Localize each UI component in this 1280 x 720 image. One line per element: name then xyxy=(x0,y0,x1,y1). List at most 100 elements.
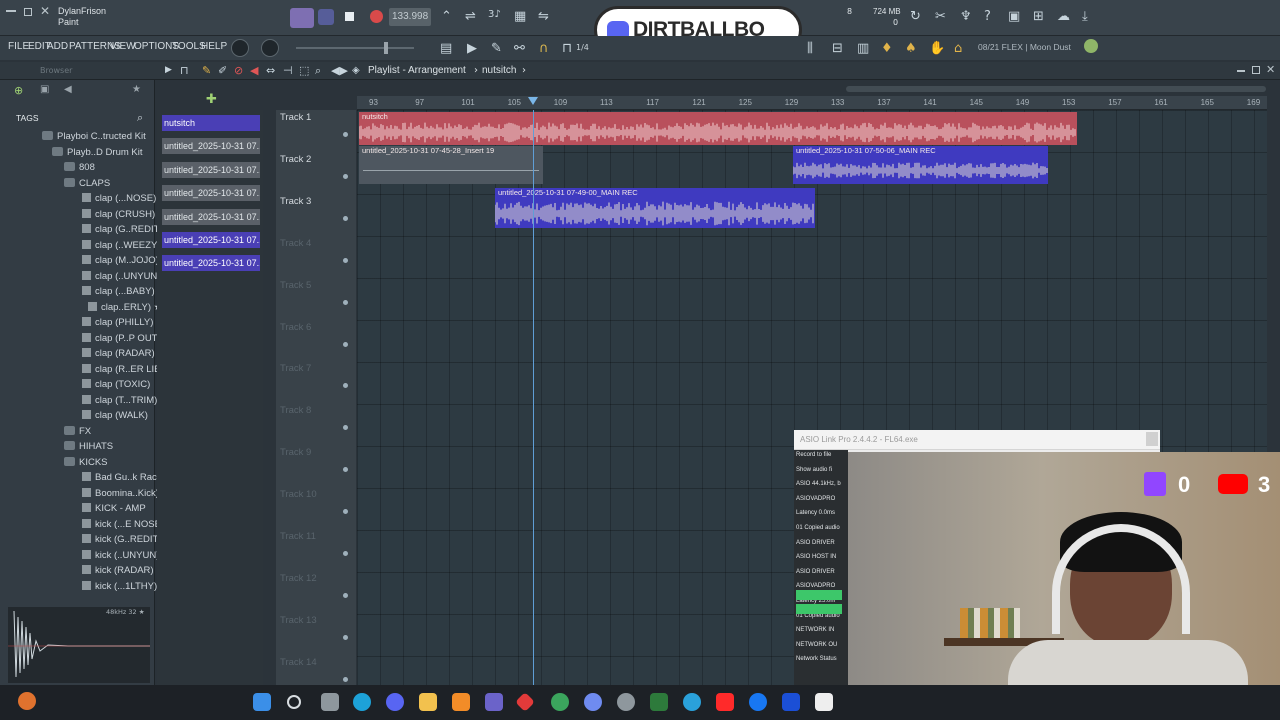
help-icon[interactable]: ? xyxy=(984,10,991,23)
snap-value[interactable]: 1/4 xyxy=(576,43,589,52)
track-mute-dot[interactable] xyxy=(343,634,348,640)
playlist-minimize-icon[interactable] xyxy=(1237,70,1245,72)
menu-view[interactable]: VIEW xyxy=(110,41,136,52)
track-label[interactable]: Track 1 xyxy=(280,112,311,123)
track-label[interactable]: Track 2 xyxy=(280,154,311,165)
stop-button[interactable] xyxy=(345,12,354,21)
breadcrumb-arrangement[interactable]: Playlist - Arrangement xyxy=(368,65,466,76)
mixer-icon[interactable]: ⫼ xyxy=(807,42,813,55)
blue-app-icon[interactable] xyxy=(782,693,800,711)
clip-track2-main-rec[interactable]: untitled_2025-10-31 07-50-06_MAIN REC xyxy=(793,146,1048,184)
browser-item[interactable]: KICK - AMP xyxy=(82,503,146,514)
browser-item[interactable]: clap (G..REDIT) xyxy=(82,224,163,235)
paint-tool-icon[interactable]: ✐ xyxy=(218,65,227,76)
picker-pattern-item[interactable]: nutsitch xyxy=(162,115,260,131)
browser-icon[interactable]: ♠ xyxy=(905,42,917,55)
browser-item[interactable]: clap (...BABY) xyxy=(82,286,155,297)
picker-pattern-item[interactable]: untitled_2025-10-31 07... xyxy=(162,255,260,272)
settings-icon[interactable] xyxy=(617,693,635,711)
browser-tags-label[interactable]: TAGS xyxy=(16,113,39,123)
browser-item[interactable]: kick (G..REDIT) xyxy=(82,534,162,545)
track-mute-dot[interactable] xyxy=(343,257,348,263)
track-label[interactable]: Track 13 xyxy=(280,615,317,626)
browser-item[interactable]: clap (P..P OUT) xyxy=(82,332,161,344)
playlist-maximize-icon[interactable] xyxy=(1252,66,1260,74)
step-edit-icon[interactable]: ▦ xyxy=(514,10,526,23)
telegram-icon[interactable] xyxy=(683,693,701,711)
pencil-icon[interactable]: ✎ xyxy=(491,42,502,55)
lock-icon[interactable]: ⊓ xyxy=(562,42,572,55)
play-pattern-icon[interactable]: ▶ xyxy=(467,42,477,55)
menu-help[interactable]: HELP xyxy=(201,41,227,52)
metronome-icon[interactable]: ⌃ xyxy=(441,10,452,23)
track-mute-dot[interactable] xyxy=(343,173,348,179)
track-label[interactable]: Track 8 xyxy=(280,405,311,416)
track-mute-dot[interactable] xyxy=(343,551,348,556)
refresh-icon[interactable]: ↻ xyxy=(910,10,921,23)
delete-tool-icon[interactable]: ⊘ xyxy=(234,65,243,76)
browser-item[interactable]: FX xyxy=(64,425,91,437)
countdown-icon[interactable]: 3♪ xyxy=(488,10,501,20)
arrange-menu-icon[interactable]: ▶ xyxy=(165,66,172,75)
browser-item[interactable]: clap..ERLY) ★ xyxy=(88,301,162,313)
browser-back-icon[interactable]: ◀ xyxy=(64,84,72,95)
picker-pattern-item[interactable]: untitled_2025-10-31 07... xyxy=(162,232,260,248)
browser-item[interactable]: Bad Gu..k Rack xyxy=(82,472,162,483)
playlist-scrollbar[interactable] xyxy=(846,86,1266,92)
clip-track3-main-rec[interactable]: untitled_2025-10-31 07-49-00_MAIN REC xyxy=(495,188,815,228)
mute-tool-icon[interactable]: ◀ xyxy=(250,65,258,76)
link-icon[interactable]: ⚯ xyxy=(514,42,525,55)
wait-icon[interactable]: ⇌ xyxy=(465,10,476,23)
track-label[interactable]: Track 7 xyxy=(280,363,311,374)
picker-add-icon[interactable]: ✚ xyxy=(206,92,217,107)
browser-snap-icon[interactable]: ⊕ xyxy=(14,84,23,97)
discord-taskbar-icon[interactable] xyxy=(386,693,404,711)
chrome-icon[interactable] xyxy=(551,693,569,711)
select-tool-icon[interactable]: ⬚ xyxy=(299,65,309,76)
browser-item[interactable]: clap (..WEEZY) xyxy=(82,239,160,251)
capcut-icon[interactable] xyxy=(815,693,833,711)
volume-slider-thumb[interactable] xyxy=(384,42,388,54)
clip-track2-insert[interactable]: untitled_2025-10-31 07-45-28_Insert 19 xyxy=(359,146,543,184)
search-icon[interactable] xyxy=(287,695,301,709)
fl-studio-icon[interactable] xyxy=(452,693,470,711)
shop-icon[interactable]: ⌂ xyxy=(954,42,962,55)
slice-tool-icon[interactable]: ⊣ xyxy=(283,65,293,76)
browser-item[interactable]: Boomina..Kick) xyxy=(82,487,159,499)
master-pitch-knob[interactable] xyxy=(261,39,279,57)
track-label[interactable]: Track 10 xyxy=(280,489,317,500)
browser-item[interactable]: kick (...1LTHY) xyxy=(82,580,157,592)
master-volume-knob[interactable] xyxy=(231,39,249,57)
taskbar-left-app-icon[interactable] xyxy=(18,692,36,710)
track-label[interactable]: Track 14 xyxy=(280,657,317,668)
track-label[interactable]: Track 9 xyxy=(280,447,311,458)
browser-item[interactable]: kick (RADAR) xyxy=(82,565,154,576)
browser-collapse-icon[interactable]: ▣ xyxy=(40,84,49,95)
playhead-marker[interactable] xyxy=(528,97,538,105)
browser-item[interactable]: Playb..D Drum Kit xyxy=(52,146,143,158)
tempo-display[interactable]: 133.998 xyxy=(389,8,431,26)
browser-item[interactable]: clap (PHILLY) xyxy=(82,317,153,328)
browser-item[interactable]: clap (..UNYUN) xyxy=(82,270,160,282)
browser-item[interactable]: clap (...NOSE) xyxy=(82,193,156,204)
track-mute-dot[interactable] xyxy=(343,132,348,137)
pause-button[interactable] xyxy=(318,9,334,25)
teams-icon[interactable] xyxy=(485,693,503,711)
plugin-picker-icon[interactable]: ♦ xyxy=(881,42,893,55)
clip-track1-nutsitch[interactable]: nutsitch xyxy=(359,112,1077,145)
magnet-icon[interactable]: ∩ xyxy=(539,42,549,55)
browser-star-icon[interactable]: ★ xyxy=(132,84,141,95)
picker-pattern-item[interactable]: untitled_2025-10-31 07... xyxy=(162,208,260,225)
chat-icon[interactable]: ☁ xyxy=(1057,10,1070,23)
browser-item[interactable]: clap (CRUSH) xyxy=(82,208,155,220)
track-label[interactable]: Track 6 xyxy=(280,322,311,333)
channel-rack-icon[interactable]: ⊟ xyxy=(832,42,843,55)
edge-icon[interactable] xyxy=(353,693,371,711)
picker-pattern-item[interactable]: untitled_2025-10-31 07... xyxy=(162,138,260,155)
snap-magnet-icon[interactable]: ⊓ xyxy=(180,65,189,76)
track-mute-dot[interactable] xyxy=(343,676,348,682)
account-icon[interactable] xyxy=(1084,39,1098,53)
task-view-icon[interactable] xyxy=(321,693,339,711)
pattern-mode-icon[interactable]: ▤ xyxy=(440,42,452,55)
pattern-arrow-icon[interactable]: ◈ xyxy=(352,66,360,76)
